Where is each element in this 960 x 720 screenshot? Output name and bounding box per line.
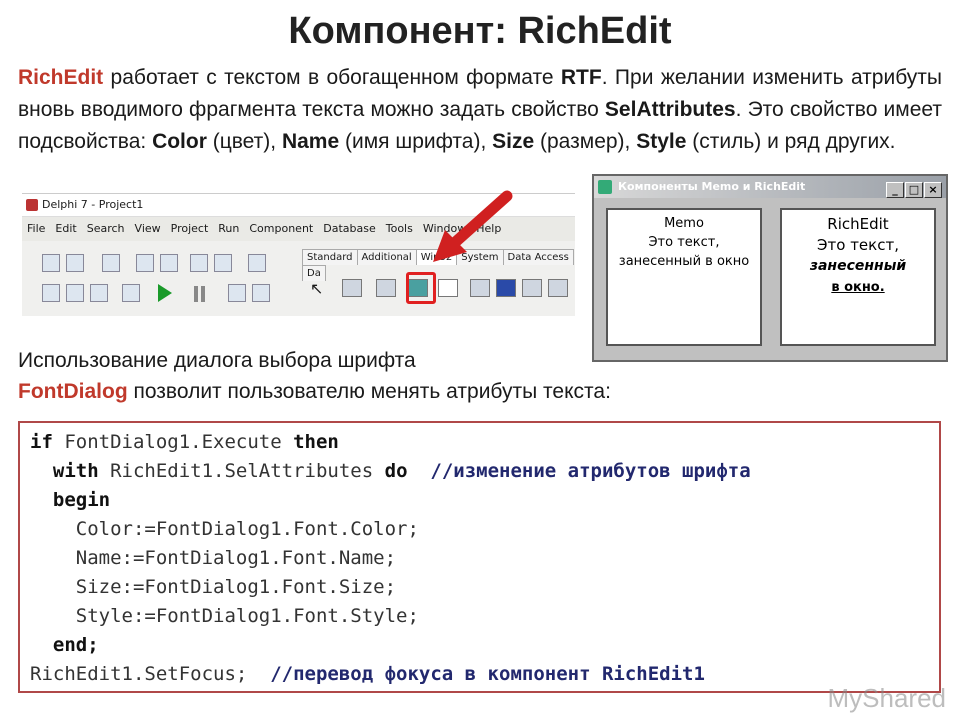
trace-into-icon[interactable] <box>228 284 246 302</box>
menu-project[interactable]: Project <box>171 222 209 235</box>
new-form-icon[interactable] <box>122 284 140 302</box>
fontdialog-text: позволит пользователю менять атрибуты те… <box>127 380 611 403</box>
component-palette: ↖ <box>304 271 574 305</box>
richedit-line: RichEdit <box>827 215 889 233</box>
trackbar-icon[interactable] <box>470 279 490 297</box>
code-text: FontDialog1.Execute <box>52 431 294 453</box>
menu-file[interactable]: File <box>27 222 45 235</box>
intro-text: (стиль) и ряд других. <box>686 130 896 153</box>
memo-richedit-window: Компоненты Memo и RichEdit _ □ × Memo Это … <box>592 174 948 362</box>
code-line: Name:=FontDialog1.Font.Name; <box>30 547 397 569</box>
intro-text: работает с текстом в обогащенном формате <box>103 66 561 89</box>
window-titlebar: Компоненты Memo и RichEdit _ □ × <box>594 176 946 198</box>
richedit-line-bold-underline: в окно. <box>831 280 885 295</box>
app-icon <box>598 180 612 194</box>
code-keyword: begin <box>30 489 111 511</box>
save-all-icon[interactable] <box>136 254 154 272</box>
menu-tools[interactable]: Tools <box>386 222 413 235</box>
richedit-box[interactable]: RichEdit Это текст, занесенный в окно. <box>780 208 936 346</box>
add-file-icon[interactable] <box>190 254 208 272</box>
memo-line: занесенный в окно <box>618 254 750 269</box>
term-color: Color <box>152 130 207 153</box>
intro-text: (цвет), <box>206 130 282 153</box>
pagecontrol-icon[interactable] <box>376 279 396 297</box>
menu-component[interactable]: Component <box>249 222 313 235</box>
term-name: Name <box>281 130 340 153</box>
ide-title: Delphi 7 - Project1 <box>42 198 144 211</box>
code-keyword: do <box>384 460 408 482</box>
slide-title: Компонент: RichEdit <box>288 10 672 52</box>
menu-database[interactable]: Database <box>323 222 376 235</box>
code-keyword: if <box>30 431 53 453</box>
new-icon[interactable] <box>42 254 60 272</box>
term-selattributes: SelAttributes <box>604 98 736 121</box>
code-keyword: with <box>30 460 99 482</box>
term-fontdialog: FontDialog <box>18 380 128 403</box>
hotkey-icon[interactable] <box>548 279 568 297</box>
close-button[interactable]: × <box>924 182 942 198</box>
term-richedit: RichEdit <box>18 66 104 89</box>
code-block: if FontDialog1.Execute then with RichEdi… <box>18 421 941 693</box>
tab-additional[interactable]: Additional <box>356 249 417 265</box>
term-style: Style <box>636 130 687 153</box>
intro-text: (размер), <box>534 130 637 153</box>
memo-line: Это текст, <box>648 235 720 250</box>
help-icon[interactable] <box>248 254 266 272</box>
memo-line: Memo <box>664 216 704 231</box>
pointer-arrow-icon <box>433 190 513 262</box>
code-line: RichEdit1.SetFocus; <box>30 663 248 685</box>
updown-icon[interactable] <box>522 279 542 297</box>
open-project-icon[interactable] <box>160 254 178 272</box>
tab-standard[interactable]: Standard <box>302 249 358 265</box>
window-title: Компоненты Memo и RichEdit <box>618 180 806 193</box>
code-line: Style:=FontDialog1.Font.Style; <box>30 605 419 627</box>
code-keyword: then <box>293 431 339 453</box>
view-unit-icon[interactable] <box>42 284 60 302</box>
pointer-icon[interactable]: ↖ <box>310 279 323 298</box>
save-icon[interactable] <box>102 254 120 272</box>
progressbar-icon[interactable] <box>496 279 516 297</box>
step-over-icon[interactable] <box>252 284 270 302</box>
code-text: RichEdit1.SelAttributes <box>98 460 385 482</box>
fontdialog-heading: Использование диалога выбора шрифта <box>18 349 416 372</box>
fontdialog-paragraph: Использование диалога выбора шрифта Font… <box>18 345 611 407</box>
term-rtf: RTF <box>560 66 602 89</box>
code-comment: //перевод фокуса в компонент RichEdit1 <box>247 663 705 685</box>
code-keyword: end; <box>30 634 99 656</box>
intro-text: (имя шрифта), <box>339 130 493 153</box>
memo-box[interactable]: Memo Это текст, занесенный в окно <box>606 208 762 346</box>
minimize-button[interactable]: _ <box>886 182 904 198</box>
richedit-line: Это текст, <box>817 236 899 254</box>
ide-toolbar <box>22 246 297 316</box>
watermark: MyShared <box>827 683 947 713</box>
menu-edit[interactable]: Edit <box>55 222 76 235</box>
menu-run[interactable]: Run <box>218 222 239 235</box>
code-line: Color:=FontDialog1.Font.Color; <box>30 518 419 540</box>
tabcontrol-icon[interactable] <box>342 279 362 297</box>
maximize-button[interactable]: □ <box>905 182 923 198</box>
open-icon[interactable] <box>66 254 84 272</box>
code-line: Size:=FontDialog1.Font.Size; <box>30 576 397 598</box>
menu-search[interactable]: Search <box>87 222 125 235</box>
richedit-line-bold-italic: занесенный <box>809 258 907 274</box>
intro-paragraph: RichEdit работает с текстом в обогащенно… <box>18 62 942 158</box>
remove-file-icon[interactable] <box>214 254 232 272</box>
view-form-icon[interactable] <box>66 284 84 302</box>
menu-view[interactable]: View <box>135 222 161 235</box>
term-size: Size <box>492 130 535 153</box>
run-icon[interactable] <box>158 284 172 302</box>
richedit-icon[interactable] <box>438 279 458 297</box>
pause-icon[interactable] <box>194 286 198 302</box>
code-comment: //изменение атрибутов шрифта <box>407 460 751 482</box>
toggle-icon[interactable] <box>90 284 108 302</box>
richedit-highlight <box>406 272 436 304</box>
delphi-logo-icon <box>26 199 38 211</box>
